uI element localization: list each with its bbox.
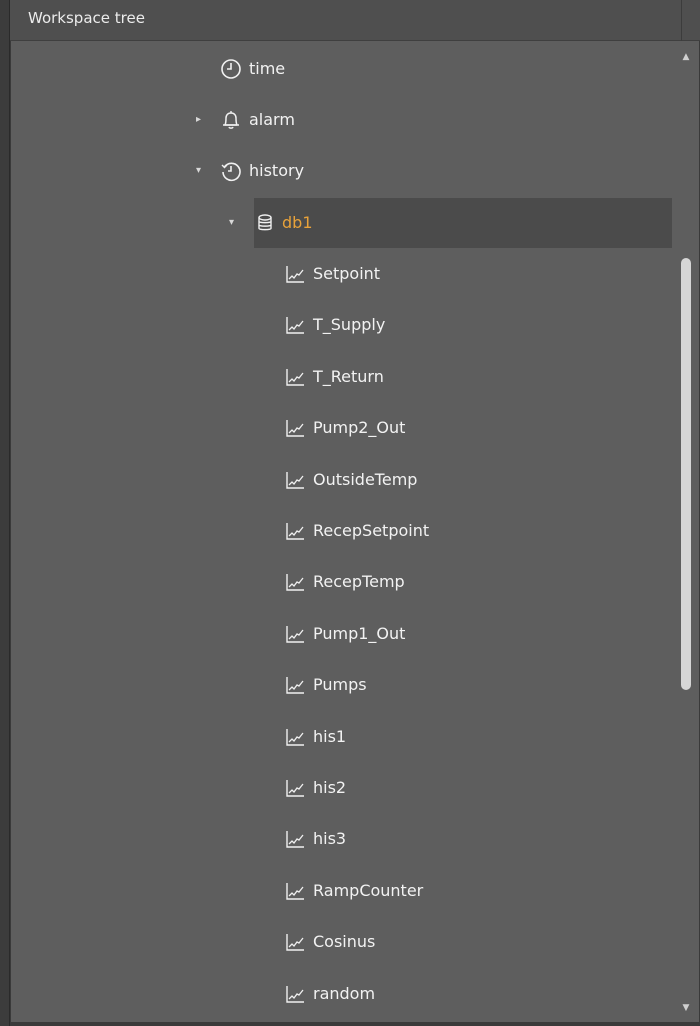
line-chart-icon <box>284 417 306 439</box>
tree-node-history-item[interactable]: T_Return <box>10 352 672 402</box>
tree-node-history-item[interactable]: his1 <box>10 712 672 762</box>
scrollbar-thumb[interactable] <box>681 258 691 690</box>
tree-node-history-item[interactable]: Pump1_Out <box>10 609 672 659</box>
line-chart-icon <box>284 469 306 491</box>
tree-node-db1[interactable]: ▾ db1 <box>10 198 672 248</box>
line-chart-icon <box>284 571 306 593</box>
database-icon <box>254 212 276 234</box>
tree-node-label: db1 <box>282 213 313 232</box>
clock-icon <box>220 58 242 80</box>
tree-node-history-item[interactable]: RecepTemp <box>10 557 672 607</box>
tree-node-history-item[interactable]: his3 <box>10 814 672 864</box>
tree-node-label: history <box>249 161 305 180</box>
tree-node-label: RecepSetpoint <box>313 521 430 540</box>
tree-node-label: Pumps <box>313 675 367 694</box>
line-chart-icon <box>284 366 306 388</box>
tree-node-alarm[interactable]: ▸ alarm <box>10 95 672 145</box>
workspace-tree-window: Workspace tree time ▸ alarm ▾ history ▾ … <box>0 0 700 1026</box>
tree-node-label: time <box>249 59 286 78</box>
line-chart-icon <box>284 314 306 336</box>
tree-node-label: random <box>313 984 376 1003</box>
tree-node-history-item[interactable]: T_Supply <box>10 300 672 350</box>
tree-node-history-item[interactable]: Pump2_Out <box>10 403 672 453</box>
tree-node-label: alarm <box>249 110 295 129</box>
header-divider <box>681 0 682 41</box>
history-icon <box>220 160 242 182</box>
line-chart-icon <box>284 263 306 285</box>
line-chart-icon <box>284 983 306 1005</box>
tree-node-label: Pump1_Out <box>313 624 406 643</box>
line-chart-icon <box>284 880 306 902</box>
line-chart-icon <box>284 726 306 748</box>
tree-node-time[interactable]: time <box>10 44 672 94</box>
chevron-down-icon[interactable]: ▾ <box>229 198 234 248</box>
line-chart-icon <box>284 828 306 850</box>
tree-node-label: T_Return <box>313 367 384 386</box>
tree-node-history-item[interactable]: Setpoint <box>10 249 672 299</box>
left-dock-edge <box>0 0 10 1026</box>
tree-node-label: his2 <box>313 778 347 797</box>
tree-node-history-item[interactable]: Pumps <box>10 660 672 710</box>
line-chart-icon <box>284 674 306 696</box>
line-chart-icon <box>284 931 306 953</box>
tree-node-label: Cosinus <box>313 932 376 951</box>
panel-title: Workspace tree <box>28 9 145 27</box>
chevron-right-icon[interactable]: ▸ <box>196 95 201 145</box>
tree-node-label: OutsideTemp <box>313 470 418 489</box>
scroll-up-arrow[interactable]: ▲ <box>678 52 694 62</box>
tree-node-label: his3 <box>313 829 347 848</box>
tree-node-history-item[interactable]: random <box>10 969 672 1019</box>
line-chart-icon <box>284 777 306 799</box>
tree-node-history-item[interactable]: Cosinus <box>10 917 672 967</box>
tree-node-label: Setpoint <box>313 264 381 283</box>
tree-node-history-item[interactable]: OutsideTemp <box>10 455 672 505</box>
tree-node-history[interactable]: ▾ history <box>10 146 672 196</box>
tree-node-label: his1 <box>313 727 347 746</box>
tree-node-history-item[interactable]: RampCounter <box>10 866 672 916</box>
tree-node-label: T_Supply <box>313 315 386 334</box>
tree-node-history-item[interactable]: his2 <box>10 763 672 813</box>
workspace-tree: time ▸ alarm ▾ history ▾ db1 Setpoint T_… <box>10 41 672 1023</box>
tree-node-label: RampCounter <box>313 881 424 900</box>
tree-node-label: Pump2_Out <box>313 418 406 437</box>
chevron-down-icon[interactable]: ▾ <box>196 146 201 196</box>
bell-icon <box>220 109 242 131</box>
line-chart-icon <box>284 520 306 542</box>
tree-node-label: RecepTemp <box>313 572 405 591</box>
line-chart-icon <box>284 623 306 645</box>
tree-node-history-item[interactable]: RecepSetpoint <box>10 506 672 556</box>
panel-header: Workspace tree <box>10 0 700 41</box>
scroll-down-arrow[interactable]: ▼ <box>678 1003 694 1013</box>
